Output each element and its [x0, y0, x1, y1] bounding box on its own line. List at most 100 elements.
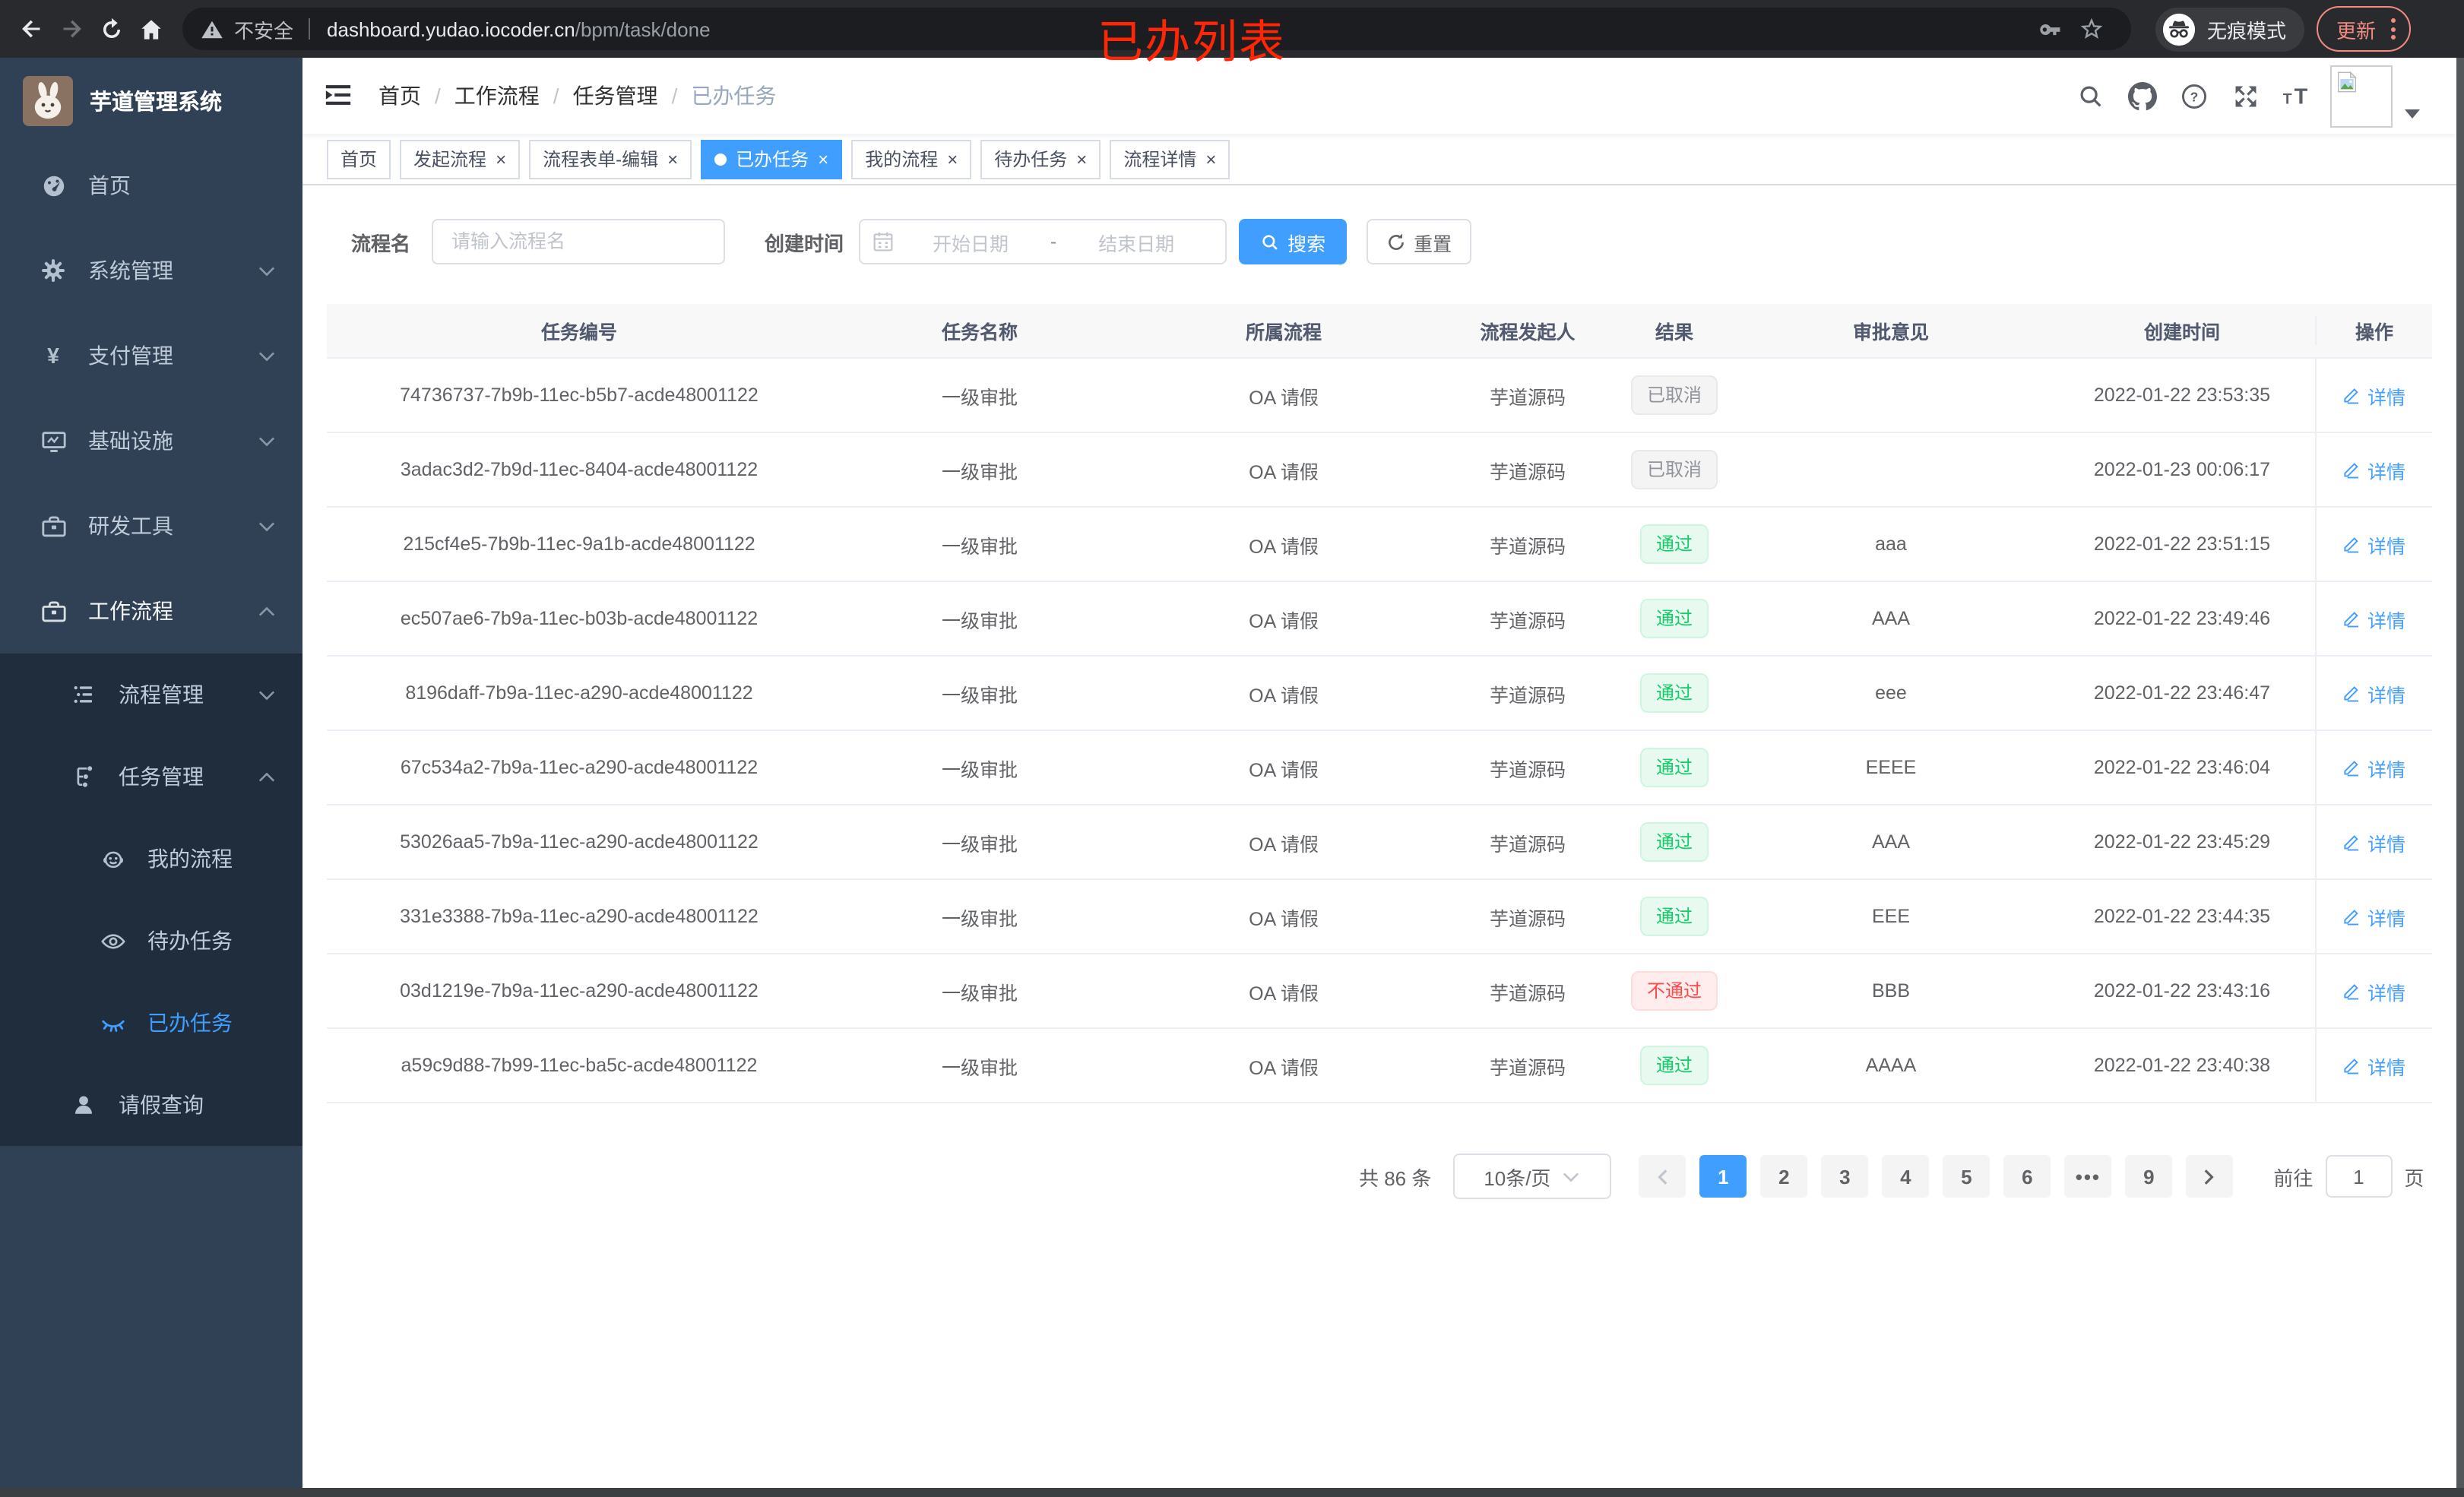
- cell-result: 不通过: [1616, 954, 1733, 1027]
- sidebar-item-task-mgmt[interactable]: 任务管理: [0, 736, 302, 818]
- goto-suffix: 页: [2404, 1166, 2424, 1189]
- search-button[interactable]: 搜索: [1239, 219, 1348, 264]
- sidebar-logo[interactable]: 芋道管理系统: [0, 58, 302, 143]
- breadcrumb-home[interactable]: 首页: [378, 81, 421, 111]
- sidebar-item-done-tasks[interactable]: 已办任务: [0, 982, 302, 1064]
- detail-link[interactable]: 详情: [2343, 679, 2405, 707]
- sidebar-item-infra[interactable]: 基础设施: [0, 398, 302, 483]
- cell-name: 一级审批: [941, 908, 1018, 929]
- tab-发起流程[interactable]: 发起流程 ×: [400, 139, 521, 179]
- date-end-placeholder[interactable]: 结束日期: [1059, 227, 1213, 256]
- detail-link[interactable]: 详情: [2343, 753, 2405, 782]
- header-fullscreen-button[interactable]: [2219, 58, 2271, 134]
- avatar[interactable]: [2330, 65, 2393, 127]
- header-font-size-button[interactable]: TT: [2271, 58, 2323, 134]
- sidebar-item-process-mgmt[interactable]: 流程管理: [0, 654, 302, 736]
- sidebar-item-label: 研发工具: [88, 514, 173, 538]
- browser-back-button[interactable]: [12, 9, 52, 49]
- detail-link[interactable]: 详情: [2343, 828, 2405, 856]
- cell-name: 一级审批: [941, 387, 1018, 408]
- detail-link[interactable]: 详情: [2343, 902, 2405, 931]
- browser-forward-button[interactable]: [52, 9, 91, 49]
- tab-close-icon[interactable]: ×: [947, 150, 958, 168]
- column-header-2: 所属流程: [1245, 322, 1322, 343]
- page-ellipsis[interactable]: •••: [2064, 1155, 2112, 1198]
- bookmark-star-button[interactable]: [2070, 15, 2113, 43]
- screen: 不安全 dashboard.yudao.iocoder.cn/bpm/task/…: [0, 0, 2464, 1497]
- page-button-3[interactable]: 3: [1821, 1155, 1869, 1198]
- tab-close-icon[interactable]: ×: [496, 150, 506, 168]
- prev-page-button[interactable]: [1639, 1155, 1686, 1198]
- page-buttons: 1 2 3 4 5 6 ••• 9: [1693, 1155, 2179, 1198]
- detail-link[interactable]: 详情: [2343, 604, 2405, 633]
- process-name-input[interactable]: [432, 219, 726, 264]
- sidebar-item-home[interactable]: 首页: [0, 143, 302, 228]
- detail-link-label: 详情: [2367, 983, 2405, 1004]
- window-scrollbar[interactable]: [2456, 58, 2464, 1497]
- sidebar-item-devtools[interactable]: 研发工具: [0, 483, 302, 568]
- detail-link[interactable]: 详情: [2343, 530, 2405, 559]
- sidebar-item-system[interactable]: 系统管理: [0, 228, 302, 313]
- sidebar-item-payment[interactable]: ¥ 支付管理: [0, 313, 302, 398]
- detail-link[interactable]: 详情: [2343, 1051, 2405, 1080]
- pencil-icon: [2343, 609, 2361, 628]
- cell-actions: 详情: [2315, 657, 2432, 730]
- header-search-button[interactable]: [2064, 58, 2116, 134]
- page-button-4[interactable]: 4: [1882, 1155, 1930, 1198]
- browser-home-button[interactable]: [131, 9, 170, 49]
- tab-首页[interactable]: 首页: [327, 139, 391, 179]
- breadcrumb-current: 已办任务: [691, 84, 777, 108]
- sidebar-item-workflow[interactable]: 工作流程: [0, 568, 302, 654]
- sidebar-fold-button[interactable]: [324, 81, 353, 117]
- reset-button[interactable]: 重置: [1367, 219, 1472, 264]
- tab-close-icon[interactable]: ×: [1076, 150, 1087, 168]
- tab-我的流程[interactable]: 我的流程 ×: [851, 139, 972, 179]
- browser-menu-icon[interactable]: [2391, 18, 2396, 40]
- avatar-caret-button[interactable]: [2405, 99, 2420, 126]
- page-button-1[interactable]: 1: [1699, 1155, 1747, 1198]
- detail-link[interactable]: 详情: [2343, 455, 2405, 484]
- breadcrumb-task-mgmt[interactable]: 任务管理: [573, 81, 658, 111]
- tab-label: 首页: [340, 149, 378, 170]
- page-button-6[interactable]: 6: [2003, 1155, 2051, 1198]
- page-button-9[interactable]: 9: [2125, 1155, 2173, 1198]
- tab-close-icon[interactable]: ×: [1205, 150, 1216, 168]
- user-icon: [68, 1093, 99, 1117]
- cell-id: 53026aa5-7b9a-11ec-a290-acde48001122: [400, 831, 759, 853]
- page-button-5[interactable]: 5: [1943, 1155, 1991, 1198]
- tab-流程详情[interactable]: 流程详情 ×: [1110, 139, 1230, 179]
- detail-link[interactable]: 详情: [2343, 381, 2405, 410]
- detail-link[interactable]: 详情: [2343, 976, 2405, 1005]
- page-button-2[interactable]: 2: [1760, 1155, 1808, 1198]
- cell-result: 通过: [1616, 880, 1733, 953]
- password-key-button[interactable]: [2028, 16, 2070, 42]
- forward-arrow-icon: [63, 20, 81, 38]
- tab-流程表单-编辑[interactable]: 流程表单-编辑 ×: [529, 139, 692, 179]
- page-size-select[interactable]: 10条/页: [1452, 1154, 1611, 1199]
- chevron-up-icon: [258, 606, 275, 616]
- not-secure-warning-icon: [201, 20, 223, 38]
- tab-待办任务[interactable]: 待办任务 ×: [980, 139, 1101, 179]
- star-icon: [2080, 17, 2103, 40]
- browser-reload-button[interactable]: [91, 9, 131, 49]
- sidebar-item-my-process[interactable]: 我的流程: [0, 818, 302, 900]
- tab-close-icon[interactable]: ×: [818, 150, 828, 168]
- detail-link-label: 详情: [2367, 908, 2405, 929]
- tab-已办任务[interactable]: 已办任务 ×: [701, 139, 843, 179]
- table-row: 67c534a2-7b9a-11ec-a290-acde48001122 一级审批…: [327, 731, 2432, 805]
- tab-close-icon[interactable]: ×: [667, 150, 678, 168]
- sidebar-item-leave-query[interactable]: 请假查询: [0, 1064, 302, 1146]
- cell-starter: 芋道源码: [1489, 387, 1566, 408]
- breadcrumb-workflow[interactable]: 工作流程: [454, 81, 540, 111]
- next-page-icon: [2205, 1169, 2215, 1184]
- date-start-placeholder[interactable]: 开始日期: [894, 227, 1047, 256]
- task-tree-icon: [68, 764, 99, 789]
- sidebar-item-todo-tasks[interactable]: 待办任务: [0, 900, 302, 982]
- browser-update-button[interactable]: 更新: [2317, 6, 2412, 52]
- next-page-button[interactable]: [2186, 1155, 2234, 1198]
- date-range-picker[interactable]: 开始日期 - 结束日期: [859, 219, 1227, 264]
- header-github-button[interactable]: [2116, 58, 2168, 134]
- goto-page-input[interactable]: [2325, 1155, 2393, 1198]
- header-help-button[interactable]: ?: [2168, 58, 2219, 134]
- cell-result: 通过: [1616, 582, 1733, 655]
